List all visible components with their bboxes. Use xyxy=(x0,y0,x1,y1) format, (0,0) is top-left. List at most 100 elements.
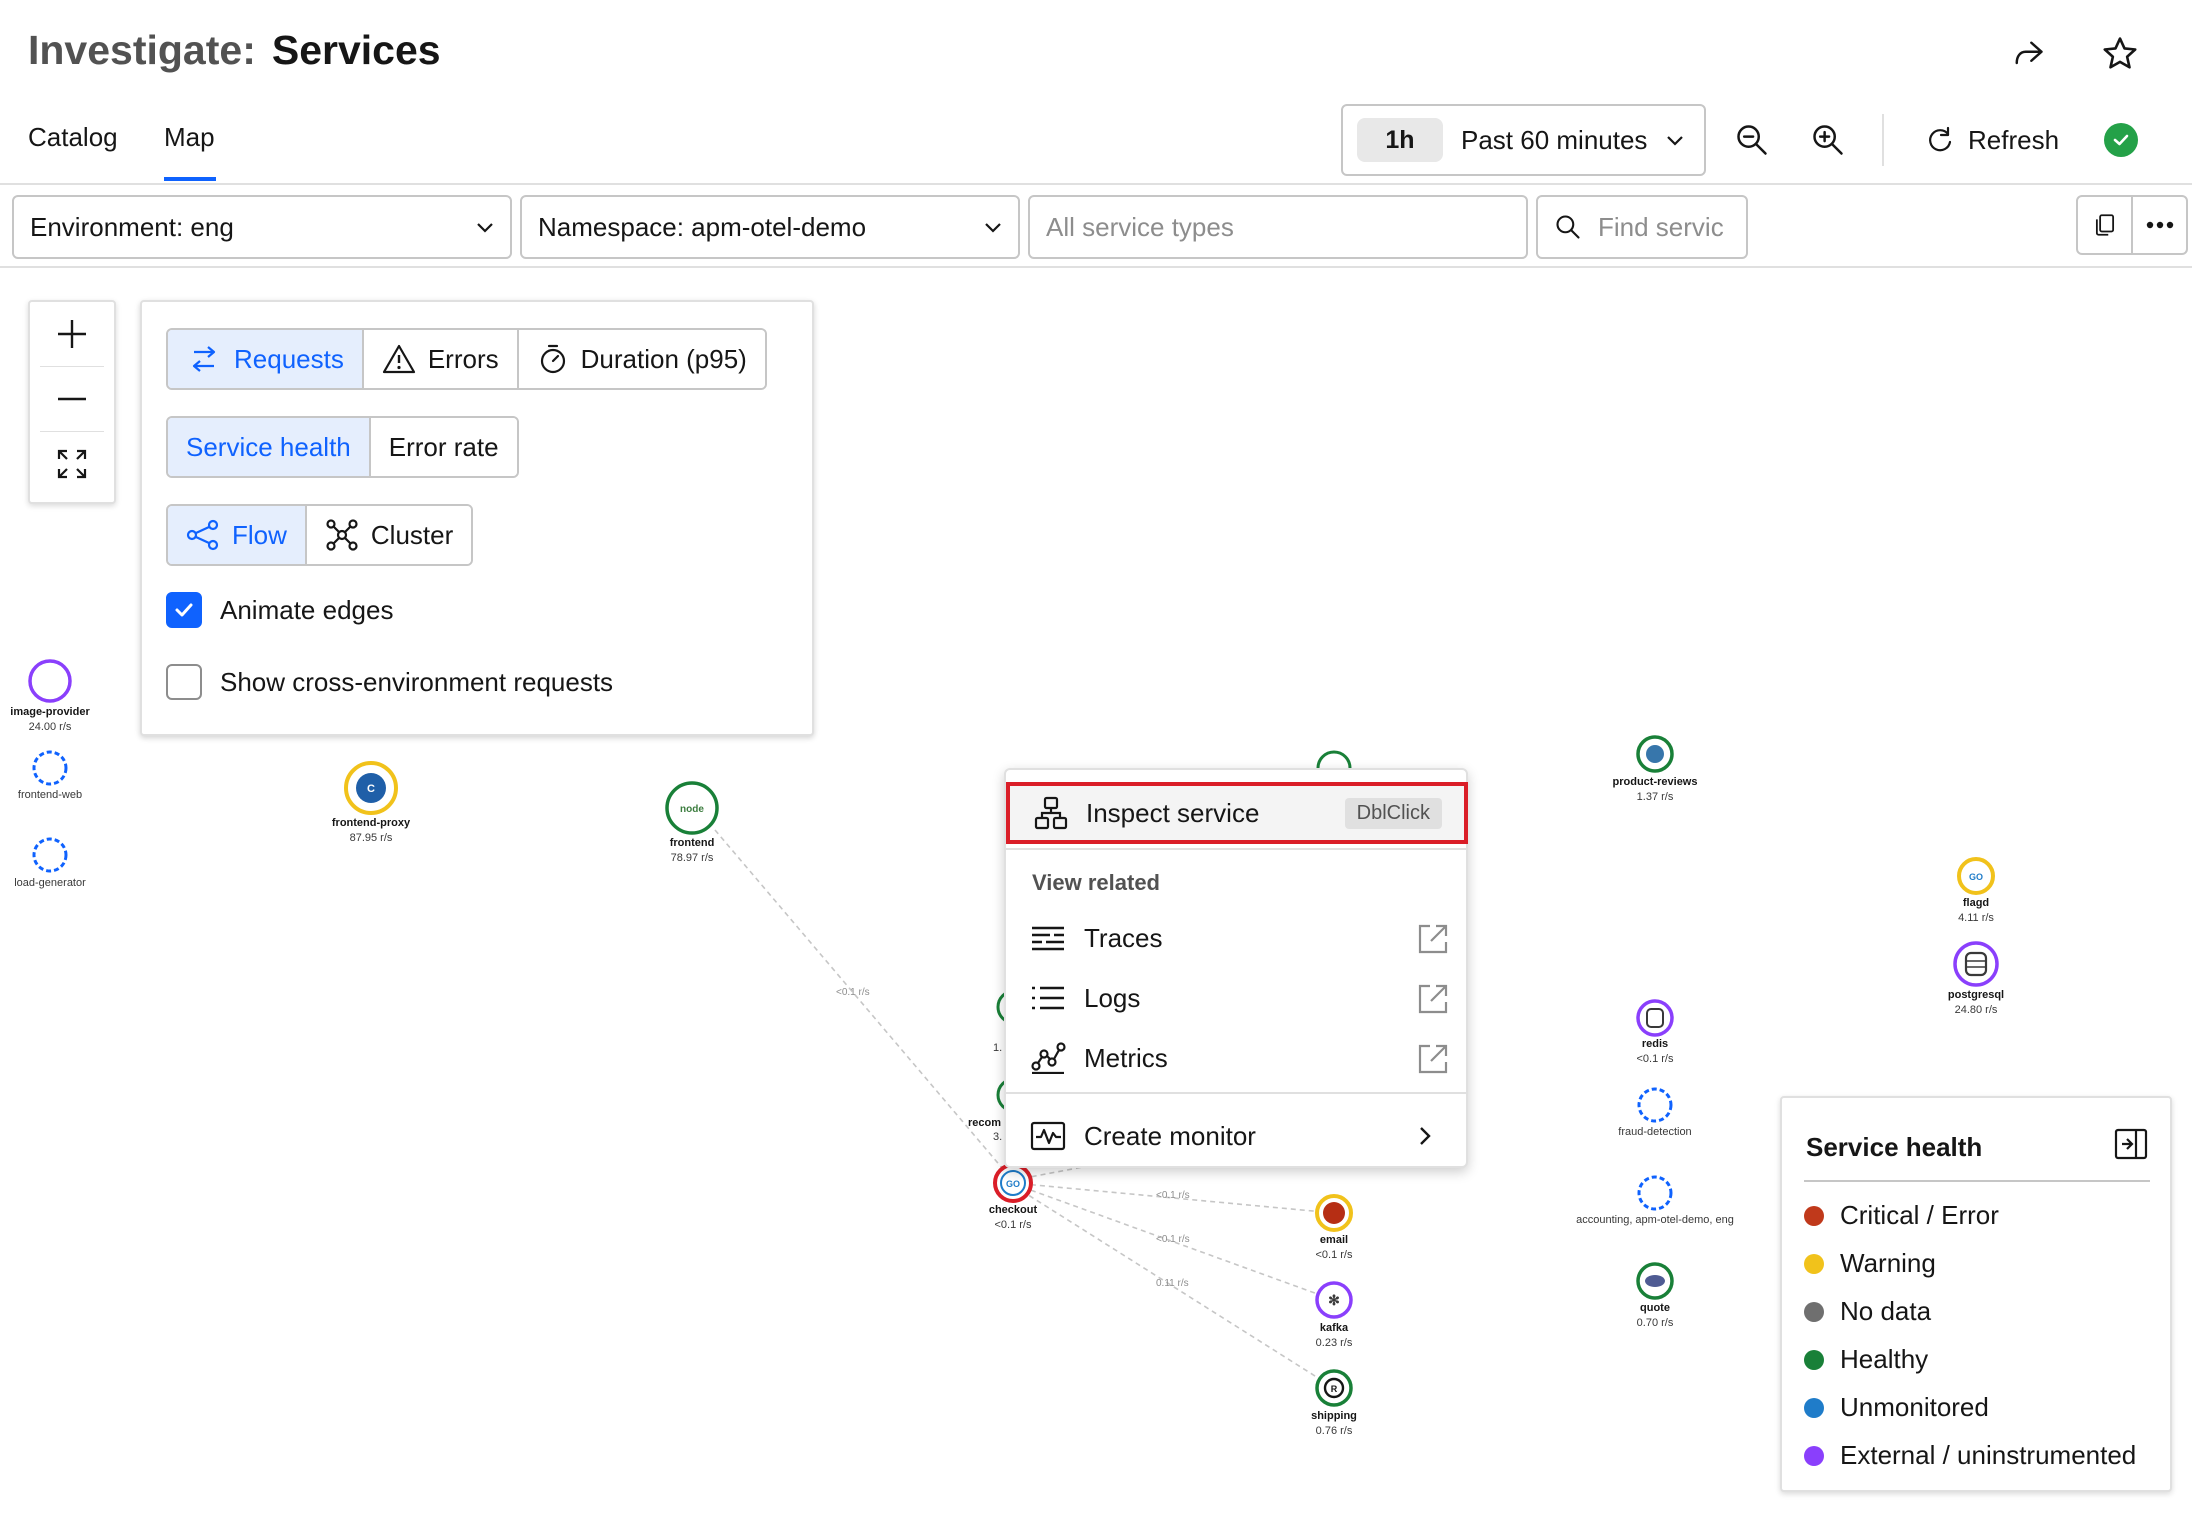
flow-icon xyxy=(186,519,219,551)
node-frontend-proxy[interactable]: C frontend-proxy 87.95 r/s xyxy=(332,761,411,844)
node-image-provider[interactable]: image-provider 24.00 r/s xyxy=(10,659,90,733)
menu-item-traces[interactable]: Traces xyxy=(1030,912,1450,964)
traces-icon xyxy=(1032,926,1064,951)
tab-map[interactable]: Map xyxy=(164,122,215,153)
overflow-menu-icon[interactable] xyxy=(2131,197,2186,253)
layout-flow-button[interactable]: Flow xyxy=(168,506,305,564)
node-rate: 78.97 r/s xyxy=(671,852,714,864)
node-postgresql[interactable]: postgresql 24.80 r/s xyxy=(1948,941,2004,1016)
node-redis[interactable]: redis <0.1 r/s xyxy=(1636,999,1674,1065)
menu-item-logs[interactable]: Logs xyxy=(1030,972,1450,1024)
node-rate: 24.80 r/s xyxy=(1955,1004,1998,1016)
metric-errors-button[interactable]: Errors xyxy=(361,330,517,388)
cross-env-checkbox[interactable] xyxy=(166,664,202,700)
metric-duration-button[interactable]: Duration (p95) xyxy=(516,330,765,388)
node-load-generator[interactable]: load-generator xyxy=(14,837,86,889)
node-fraud-detection[interactable]: fraud-detection xyxy=(1618,1087,1692,1138)
edge-label-checkout-kafka: <0.1 r/s xyxy=(1156,1234,1190,1245)
animate-edges-checkbox[interactable] xyxy=(166,592,202,628)
star-icon[interactable] xyxy=(2092,26,2148,82)
find-service-input[interactable]: Find servic xyxy=(1536,195,1748,259)
node-product-reviews[interactable]: product-reviews 1.37 r/s xyxy=(1613,735,1698,803)
edge-label-checkout-shipping: 0.11 r/s xyxy=(1156,1278,1189,1289)
node-rate: 3. xyxy=(993,1131,1002,1143)
map-zoom-controls xyxy=(28,300,116,504)
color-service-health-button[interactable]: Service health xyxy=(168,418,369,476)
node-frontend-web[interactable]: frontend-web xyxy=(18,750,82,801)
menu-item-create-monitor[interactable]: Create monitor xyxy=(1030,1110,1450,1162)
menu-item-traces-label: Traces xyxy=(1084,922,1163,953)
node-name: image-provider xyxy=(10,706,90,718)
zoom-in-time-icon[interactable] xyxy=(1800,112,1856,168)
go-icon: GO xyxy=(1006,1179,1020,1189)
service-health-legend: Service health Critical / Error Warning … xyxy=(1780,1096,2172,1492)
node-accounting[interactable]: accounting, apm-otel-demo, eng xyxy=(1576,1175,1734,1226)
animate-edges-option: Animate edges xyxy=(166,592,393,628)
metric-requests-button[interactable]: Requests xyxy=(168,330,362,388)
node-kafka[interactable]: ✻ kafka 0.23 r/s xyxy=(1315,1281,1353,1349)
inspect-service-label: Inspect service xyxy=(1086,797,1260,828)
edge-frontend-checkout[interactable] xyxy=(714,829,1015,1183)
collapse-panel-icon[interactable] xyxy=(2114,1128,2148,1160)
node-name: quote xyxy=(1640,1302,1670,1314)
metric-switcher: Requests Errors Duration (p95) xyxy=(166,328,767,390)
node-quote[interactable]: quote 0.70 r/s xyxy=(1636,1262,1674,1329)
node-name: product-reviews xyxy=(1613,776,1698,788)
menu-item-metrics[interactable]: Metrics xyxy=(1030,1032,1450,1084)
node-rate: <0.1 r/s xyxy=(995,1219,1032,1231)
environment-select[interactable]: Environment: eng xyxy=(12,195,512,259)
legend-label: Unmonitored xyxy=(1840,1392,1989,1422)
node-rate: 87.95 r/s xyxy=(350,832,393,844)
fit-to-screen-button[interactable] xyxy=(30,432,114,496)
service-types-select[interactable]: All service types xyxy=(1028,195,1528,259)
copy-icon[interactable] xyxy=(2078,197,2131,253)
node-rate: 0.76 r/s xyxy=(1316,1425,1353,1437)
namespace-select-value: Namespace: apm-otel-demo xyxy=(538,211,867,242)
time-range-selector[interactable]: 1h Past 60 minutes xyxy=(1341,104,1706,176)
menu-item-metrics-label: Metrics xyxy=(1084,1042,1168,1073)
node-checkout[interactable]: GO checkout <0.1 r/s xyxy=(989,1163,1038,1231)
zoom-out-time-icon[interactable] xyxy=(1724,112,1780,168)
service-types-placeholder: All service types xyxy=(1046,211,1234,242)
layout-flow-label: Flow xyxy=(232,519,287,550)
node-frontend[interactable]: node frontend 78.97 r/s xyxy=(665,781,719,864)
legend-label: Healthy xyxy=(1840,1344,1929,1374)
layout-cluster-button[interactable]: Cluster xyxy=(304,506,472,564)
legend-swatch xyxy=(1804,1205,1824,1226)
fit-to-screen-icon xyxy=(57,449,87,479)
tab-map-indicator xyxy=(164,177,216,181)
share-icon[interactable] xyxy=(2000,26,2056,82)
legend-swatch xyxy=(1804,1253,1824,1274)
refresh-label: Refresh xyxy=(1968,124,2060,155)
chevron-down-icon xyxy=(477,223,493,233)
zoom-in-button[interactable] xyxy=(30,302,114,366)
legend-label: External / uninstrumented xyxy=(1840,1440,2137,1470)
node-name: flagd xyxy=(1963,897,1989,909)
nodejs-icon: node xyxy=(680,804,704,815)
node-rate: 4.11 r/s xyxy=(1958,912,1994,924)
legend-swatch xyxy=(1804,1301,1824,1322)
legend-item-external: External / uninstrumented xyxy=(1804,1440,2136,1471)
node-email[interactable]: email <0.1 r/s xyxy=(1315,1194,1353,1261)
page-title: Investigate: Services xyxy=(28,24,441,76)
legend-title: Service health xyxy=(1806,1132,1983,1162)
node-name: load-generator xyxy=(14,877,86,889)
refresh-button[interactable]: Refresh xyxy=(1924,112,2059,168)
edge-label-checkout-email: <0.1 r/s xyxy=(1156,1190,1190,1201)
node-name: accounting, apm-otel-demo, eng xyxy=(1576,1214,1734,1226)
inspect-service-item[interactable]: Inspect service DblClick xyxy=(1006,782,1468,844)
node-name: recom xyxy=(968,1117,1001,1129)
node-shipping[interactable]: R shipping 0.76 r/s xyxy=(1311,1369,1357,1437)
chevron-right-icon xyxy=(1420,1127,1431,1145)
menu-item-logs-label: Logs xyxy=(1084,982,1141,1013)
svg-text:C: C xyxy=(367,783,375,795)
tab-catalog[interactable]: Catalog xyxy=(28,122,118,153)
namespace-select[interactable]: Namespace: apm-otel-demo xyxy=(520,195,1020,259)
node-flagd[interactable]: GO flagd 4.11 r/s xyxy=(1957,857,1995,924)
color-error-rate-button[interactable]: Error rate xyxy=(368,418,517,476)
node-rate: 1.37 r/s xyxy=(1637,791,1674,803)
zoom-out-button[interactable] xyxy=(30,367,114,431)
metrics-icon xyxy=(1031,1042,1066,1074)
monitor-icon xyxy=(1030,1121,1066,1151)
legend-swatch xyxy=(1804,1397,1824,1418)
